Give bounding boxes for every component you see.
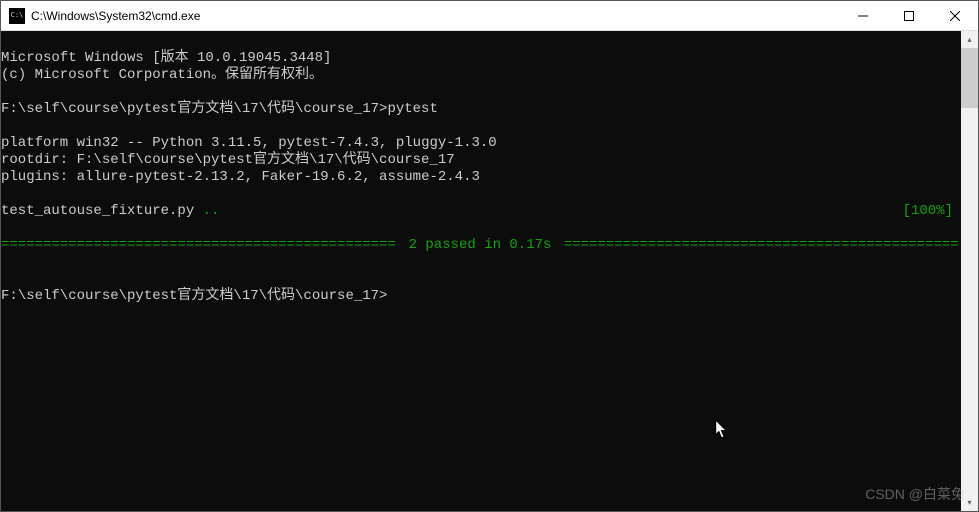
window-title: C:\Windows\System32\cmd.exe	[31, 9, 840, 23]
test-file: test_autouse_fixture.py	[1, 203, 203, 219]
close-button[interactable]	[932, 1, 978, 30]
output-line: Microsoft Windows [版本 10.0.19045.3448]	[1, 50, 331, 66]
minimize-button[interactable]	[840, 1, 886, 30]
scroll-up-arrow[interactable]: ▴	[961, 31, 978, 48]
summary-line: ========================================…	[1, 237, 959, 254]
terminal-output[interactable]: Microsoft Windows [版本 10.0.19045.3448] (…	[1, 31, 961, 511]
cmd-icon	[9, 8, 25, 24]
output-line: plugins: allure-pytest-2.13.2, Faker-19.…	[1, 169, 480, 185]
window-controls	[840, 1, 978, 30]
divider-left: ========================================…	[1, 237, 396, 254]
scroll-down-arrow[interactable]: ▾	[961, 494, 978, 511]
scrollbar-thumb[interactable]	[961, 48, 978, 108]
vertical-scrollbar[interactable]: ▴ ▾	[961, 31, 978, 511]
terminal-area: Microsoft Windows [版本 10.0.19045.3448] (…	[1, 31, 978, 511]
test-dots: ..	[203, 203, 220, 219]
prompt-path: F:\self\course\pytest官方文档\17\代码\course_1…	[1, 101, 387, 117]
output-line: platform win32 -- Python 3.11.5, pytest-…	[1, 135, 497, 151]
cmd-window: C:\Windows\System32\cmd.exe Microsoft Wi…	[0, 0, 979, 512]
maximize-button[interactable]	[886, 1, 932, 30]
output-line: (c) Microsoft Corporation。保留所有权利。	[1, 67, 323, 83]
titlebar[interactable]: C:\Windows\System32\cmd.exe	[1, 1, 978, 31]
prompt-path: F:\self\course\pytest官方文档\17\代码\course_1…	[1, 288, 387, 304]
progress-percent: [100%]	[903, 203, 959, 220]
divider-right: ========================================…	[564, 237, 959, 254]
command-text: pytest	[387, 101, 437, 117]
summary-text: 2 passed in 0.17s	[396, 237, 564, 254]
output-line: rootdir: F:\self\course\pytest官方文档\17\代码…	[1, 152, 455, 168]
test-result-line: test_autouse_fixture.py .. [100%]	[1, 203, 959, 220]
